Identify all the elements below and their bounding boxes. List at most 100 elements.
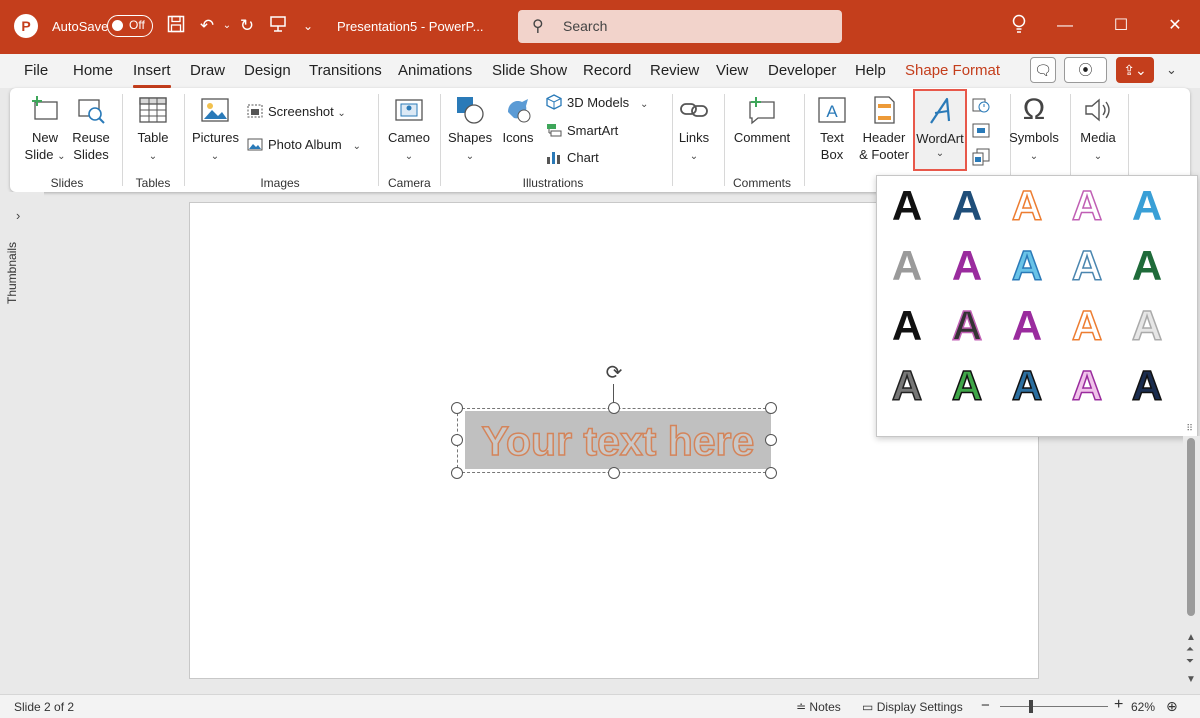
wordart-style-1[interactable]: A — [885, 183, 929, 229]
object-icon[interactable] — [972, 148, 990, 166]
tab-review[interactable]: Review — [650, 62, 699, 79]
header-footer-button[interactable]: Header & Footer — [856, 94, 912, 163]
zoom-in-button[interactable]: + — [1114, 696, 1123, 714]
tab-record[interactable]: Record — [583, 62, 631, 79]
scroll-up-arrow-icon[interactable]: ▲ — [1186, 632, 1196, 643]
vertical-scrollbar[interactable]: ▲ ⏶ ⏷ ▼ — [1183, 436, 1200, 694]
scroll-down-arrow-icon[interactable]: ▼ — [1186, 674, 1196, 685]
ribbon-collapse-icon[interactable]: ⌄ — [1166, 62, 1177, 78]
wordart-style-11[interactable]: A — [885, 303, 929, 349]
slide-number-icon[interactable] — [972, 122, 990, 140]
wordart-style-4[interactable]: A — [1065, 182, 1109, 230]
zoom-level[interactable]: 62% — [1131, 700, 1155, 714]
status-bar: Slide 2 of 2 ≐ Notes ▭ Display Settings … — [0, 694, 1200, 718]
tab-help[interactable]: Help — [855, 62, 886, 79]
wordart-style-3[interactable]: A — [1005, 182, 1049, 230]
shapes-button[interactable]: Shapes ⌄ — [448, 94, 492, 165]
wordart-style-10[interactable]: A — [1125, 243, 1169, 289]
tab-transitions[interactable]: Transitions — [309, 62, 382, 79]
display-settings-button[interactable]: ▭ Display Settings — [862, 700, 963, 714]
wordart-style-9[interactable]: A — [1065, 242, 1109, 290]
3d-models-button[interactable]: 3D Models ⌄ — [546, 94, 648, 114]
customize-icon[interactable]: ⌄ — [296, 14, 320, 38]
wordart-style-14[interactable]: A — [1065, 302, 1109, 350]
wordart-style-2[interactable]: A — [945, 183, 989, 229]
share-icon[interactable]: ⇪⌄ — [1116, 57, 1154, 83]
search-box[interactable]: ⚲ Search — [518, 10, 842, 43]
tab-draw[interactable]: Draw — [190, 62, 225, 79]
save-icon[interactable] — [164, 14, 188, 38]
tab-animations[interactable]: Animations — [398, 62, 472, 79]
wordart-style-20[interactable]: A — [1125, 362, 1169, 410]
present-icon[interactable] — [266, 14, 290, 38]
media-button[interactable]: Media ⌄ — [1074, 94, 1122, 165]
group-divider — [724, 94, 725, 186]
icons-button[interactable]: Icons — [498, 94, 538, 146]
resize-handle-left[interactable] — [451, 434, 463, 446]
resize-handle-bottom-left[interactable] — [451, 467, 463, 479]
tab-design[interactable]: Design — [244, 62, 291, 79]
wordart-style-17[interactable]: A — [945, 362, 989, 410]
previous-slide-icon[interactable]: ⏶ — [1186, 644, 1194, 655]
smartart-button[interactable]: SmartArt — [546, 122, 618, 140]
zoom-slider-track[interactable] — [1000, 706, 1108, 707]
wordart-style-5[interactable]: A — [1125, 183, 1169, 229]
cameo-button[interactable]: Cameo ⌄ — [386, 94, 432, 165]
autosave-toggle[interactable]: Off — [107, 15, 153, 37]
chart-button[interactable]: Chart — [546, 149, 599, 167]
notes-button[interactable]: ≐ Notes — [796, 700, 841, 714]
table-button[interactable]: Table ⌄ — [132, 94, 174, 165]
lightbulb-icon[interactable] — [1007, 14, 1031, 38]
text-box-button[interactable]: A Text Box — [812, 94, 852, 163]
reuse-slides-button[interactable]: Reuse Slides — [70, 94, 112, 163]
minimize-icon[interactable]: — — [1050, 13, 1080, 39]
tab-shape-format[interactable]: Shape Format — [905, 62, 1000, 79]
tab-file[interactable]: File — [24, 62, 48, 79]
wordart-style-13[interactable]: A — [1005, 303, 1049, 349]
wordart-style-19[interactable]: A — [1065, 362, 1109, 410]
rotate-handle-icon[interactable]: ⟳ — [602, 361, 626, 385]
resize-grip-icon[interactable]: ⠿ — [1186, 423, 1193, 434]
screenshot-button[interactable]: Screenshot ⌄ — [247, 103, 346, 123]
wordart-style-6[interactable]: A — [885, 243, 929, 289]
record-icon[interactable]: ⦿ — [1064, 57, 1107, 83]
resize-handle-bottom[interactable] — [608, 467, 620, 479]
new-slide-button[interactable]: New Slide ⌄ — [22, 94, 68, 165]
resize-handle-top-right[interactable] — [765, 402, 777, 414]
photo-album-button[interactable]: Photo Album ⌄ — [247, 136, 361, 156]
wordart-text[interactable]: Your text here — [465, 414, 771, 468]
wordart-style-8[interactable]: A — [1005, 242, 1049, 290]
pictures-button[interactable]: Pictures ⌄ — [192, 94, 239, 165]
resize-handle-top-left[interactable] — [451, 402, 463, 414]
next-slide-icon[interactable]: ⏷ — [1186, 656, 1194, 667]
scrollbar-thumb[interactable] — [1187, 438, 1195, 616]
zoom-out-button[interactable]: − — [981, 697, 990, 714]
close-icon[interactable]: ✕ — [1160, 13, 1190, 39]
zoom-slider-thumb[interactable] — [1029, 700, 1033, 713]
tab-home[interactable]: Home — [73, 62, 113, 79]
tab-developer[interactable]: Developer — [768, 62, 836, 79]
resize-handle-right[interactable] — [765, 434, 777, 446]
resize-handle-bottom-right[interactable] — [765, 467, 777, 479]
fit-to-window-icon[interactable]: ⊕ — [1166, 698, 1178, 715]
tab-slide-show[interactable]: Slide Show — [492, 62, 567, 79]
tab-insert[interactable]: Insert — [133, 62, 171, 88]
wordart-style-7[interactable]: A — [945, 243, 989, 289]
wordart-button[interactable]: WordArt ⌄ — [913, 89, 967, 171]
wordart-style-18[interactable]: A — [1005, 362, 1049, 410]
comment-button[interactable]: Comment — [730, 94, 794, 146]
maximize-icon[interactable]: ☐ — [1106, 13, 1136, 39]
wordart-style-15[interactable]: A — [1125, 302, 1169, 350]
wordart-style-12[interactable]: A — [945, 302, 989, 350]
expand-thumbnails-icon[interactable]: › — [16, 208, 20, 223]
redo-icon[interactable]: ↻ — [235, 14, 259, 38]
date-time-icon[interactable] — [972, 96, 990, 114]
symbols-button[interactable]: Ω Symbols ⌄ — [1006, 94, 1062, 165]
resize-handle-top[interactable] — [608, 402, 620, 414]
tab-view[interactable]: View — [716, 62, 748, 79]
wordart-style-16[interactable]: A — [885, 362, 929, 410]
links-button[interactable]: Links ⌄ — [674, 94, 714, 165]
comments-icon[interactable]: 🗨 — [1030, 57, 1056, 83]
wordart-icon — [930, 97, 951, 124]
thumbnails-label[interactable]: Thumbnails — [5, 242, 19, 304]
